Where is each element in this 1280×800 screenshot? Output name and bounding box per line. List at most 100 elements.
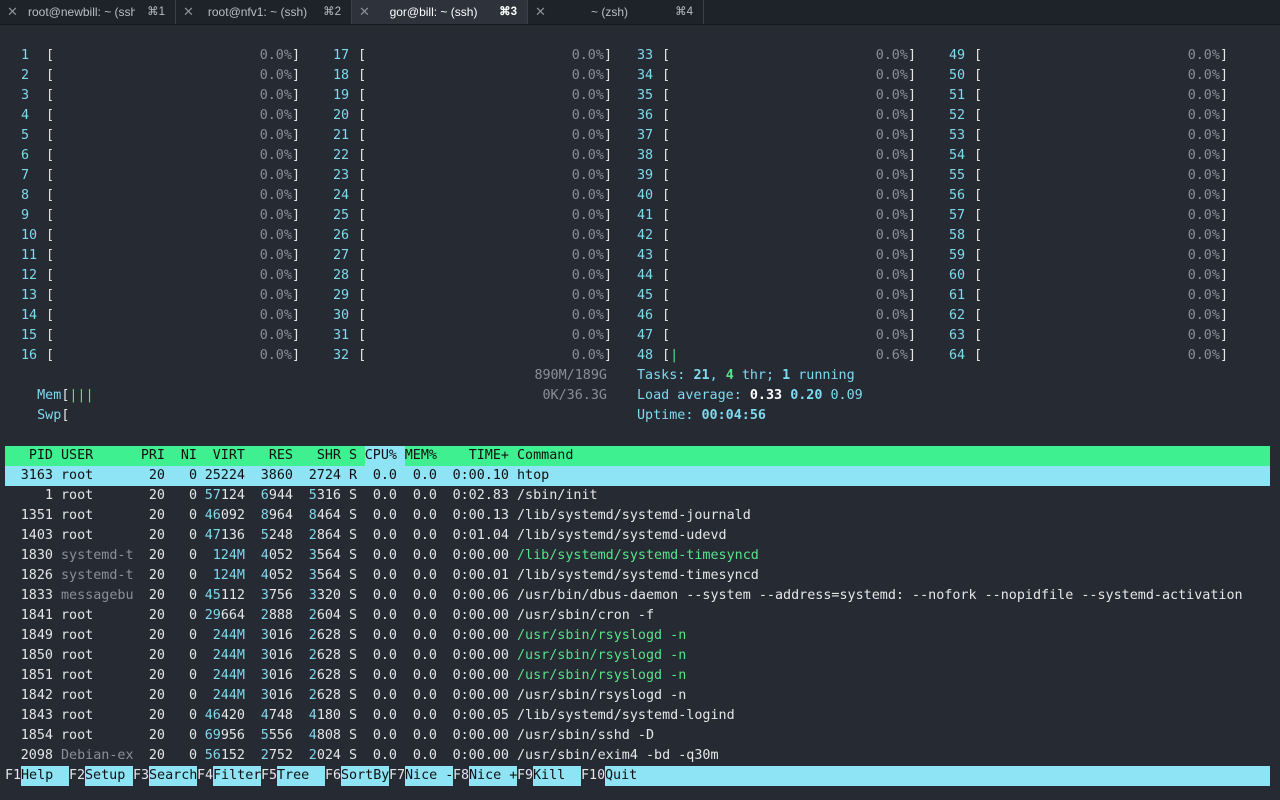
process-row[interactable]: 1841 root 20 0 29664 2888 2604 S 0.0 0.0 0:00.00/u… [0, 606, 1280, 626]
terminal-tab[interactable]: ✕ ~ (zsh) ⌘4 [528, 0, 704, 24]
process-row[interactable]: 1833 messagebu 20 0 45112 3756 3320 S 0.0 0.0 0:00… [0, 586, 1280, 606]
function-key-f1[interactable]: F1 [5, 766, 21, 786]
column-header-ni[interactable]: NI [165, 446, 197, 466]
close-tab-icon[interactable]: ✕ [7, 0, 18, 24]
cpu-percent: 0.0%] [571, 108, 612, 123]
terminal-tab[interactable]: ✕ gor@bill: ~ (ssh) ⌘3 [352, 0, 528, 24]
cpu-number: 21 [333, 128, 350, 143]
digit-group: 4 [260, 548, 269, 563]
column-header-time[interactable]: TIME+ [437, 446, 509, 466]
cell-time: 0:00.00 [452, 608, 509, 623]
process-row[interactable]: 1843 root 20 0 46420 4748 4180 S 0.0 0.0 0:00.05/l… [0, 706, 1280, 726]
cpu-number: 53 [949, 128, 966, 143]
function-key-label[interactable]: Tree [277, 766, 325, 786]
process-row[interactable]: 1850 root 20 0 244M 3016 2628 S 0.0 0.0 0:00.00/us… [0, 646, 1280, 666]
function-key-f2[interactable]: F2 [69, 766, 85, 786]
cpu-percent-value: 0.0% [259, 188, 292, 203]
function-key-label[interactable]: Nice - [405, 766, 453, 786]
cell-mem: 0.0 [412, 548, 437, 563]
process-row[interactable]: 1849 root 20 0 244M 3016 2628 S 0.0 0.0 0:00.00/us… [0, 626, 1280, 646]
column-header-pri[interactable]: PRI [133, 446, 165, 466]
cpu-percent-value: 0.0% [259, 108, 292, 123]
cpu-percent-value: 0.0% [875, 228, 908, 243]
column-header-user[interactable]: USER [61, 446, 133, 466]
digit-group: 5 [308, 488, 317, 503]
cell-pri: 20 [148, 728, 165, 743]
digit-group: 136 [220, 528, 245, 543]
column-header-cpu[interactable]: CPU% [357, 446, 397, 466]
cell-shr: 2628 [293, 646, 341, 666]
cpu-percent-value: 0.0% [259, 148, 292, 163]
function-key-label[interactable]: SortBy [341, 766, 389, 786]
close-tab-icon[interactable]: ✕ [183, 0, 194, 24]
cpu-percent: 0.0%] [259, 108, 300, 123]
cell-shr: 5316 [293, 486, 341, 506]
column-header-cmd[interactable]: Command [517, 446, 1267, 466]
tasks-summary: Tasks: 21, 4 thr; 1 running [637, 368, 855, 383]
cpu-number: 46 [637, 308, 654, 323]
function-key-f10[interactable]: F10 [581, 766, 605, 786]
digit-group: 604 [316, 608, 341, 623]
digit-group: 320 [316, 588, 341, 603]
function-key-f9[interactable]: F9 [517, 766, 533, 786]
column-header-shr[interactable]: SHR [293, 446, 341, 466]
function-key-f6[interactable]: F6 [325, 766, 341, 786]
cpu-percent-value: 0.0% [571, 228, 604, 243]
function-key-f5[interactable]: F5 [261, 766, 277, 786]
digit-group: 628 [316, 668, 341, 683]
cpu-percent: 0.0%] [1187, 148, 1228, 163]
cpu-percent-value: 0.0% [1187, 348, 1220, 363]
cell-pid: 1351 [20, 508, 53, 523]
close-tab-icon[interactable]: ✕ [535, 0, 546, 24]
terminal-tab[interactable]: ✕ root@newbill: ~ (ssh) ⌘1 [0, 0, 176, 24]
process-row[interactable]: 1826 systemd-t 20 0 124M 4052 3564 S 0.0 0.0 0:00.… [0, 566, 1280, 586]
close-tab-icon[interactable]: ✕ [359, 0, 370, 24]
function-key-label[interactable]: Nice + [469, 766, 517, 786]
digit-group: 628 [316, 648, 341, 663]
cell-s: S [348, 568, 357, 583]
process-row[interactable]: 1842 root 20 0 244M 3016 2628 S 0.0 0.0 0:00.00/us… [0, 686, 1280, 706]
cell-virt: 244M [212, 628, 245, 643]
cell-virt: 25224 [204, 468, 245, 483]
cpu-number: 23 [333, 168, 350, 183]
function-key-label[interactable]: Setup [85, 766, 133, 786]
function-key-label[interactable]: Kill [533, 766, 581, 786]
cell-shr: 2628 [293, 626, 341, 646]
function-key-label[interactable]: Search [149, 766, 197, 786]
digit-group: 46 [204, 708, 221, 723]
process-row[interactable]: 2098 Debian-ex 20 0 56152 2752 2024 S 0.0 0.0 0:00… [0, 746, 1280, 766]
column-header-pid[interactable]: PID [5, 446, 53, 466]
function-key-label[interactable]: Quit [605, 766, 1270, 786]
process-row[interactable]: 1351 root 20 0 46092 8964 8464 S 0.0 0.0 0:00.13/l… [0, 506, 1280, 526]
function-key-f4[interactable]: F4 [197, 766, 213, 786]
digit-group: 2 [308, 688, 317, 703]
cpu-percent: 0.0%] [875, 228, 916, 243]
cell-pid: 1843 [20, 708, 53, 723]
cpu-percent-value: 0.0% [875, 168, 908, 183]
cell-cpu: 0.0 [372, 548, 397, 563]
cpu-percent-value: 0.0% [1187, 168, 1220, 183]
function-key-label[interactable]: Help [21, 766, 69, 786]
function-key-f7[interactable]: F7 [389, 766, 405, 786]
process-row[interactable]: 1403 root 20 0 47136 5248 2864 S 0.0 0.0 0:01.04/l… [0, 526, 1280, 546]
column-header-mem[interactable]: MEM% [397, 446, 437, 466]
function-key-f3[interactable]: F3 [133, 766, 149, 786]
cpu-percent: 0.0%] [571, 328, 612, 343]
function-key-f8[interactable]: F8 [453, 766, 469, 786]
cpu-percent: 0.0%] [1187, 128, 1228, 143]
process-row[interactable]: 3163 root 20 0 25224 3860 2724 R 0.0 0.0 0:00.10 ht… [0, 466, 1280, 486]
terminal-tab[interactable]: ✕ root@nfv1: ~ (ssh) ⌘2 [176, 0, 352, 24]
column-header-res[interactable]: RES [245, 446, 293, 466]
column-header-virt[interactable]: VIRT [197, 446, 245, 466]
cell-ni: 0 [188, 508, 197, 523]
process-row[interactable]: 1851 root 20 0 244M 3016 2628 S 0.0 0.0 0:00.00/us… [0, 666, 1280, 686]
process-row[interactable]: 1854 root 20 0 69956 5556 4808 S 0.0 0.0 0:00.00/u… [0, 726, 1280, 746]
cpu-percent: 0.0%] [1187, 308, 1228, 323]
cell-cpu: 0.0 [372, 568, 397, 583]
column-header-s[interactable]: S [341, 446, 357, 466]
cpu-percent: 0.0%] [1187, 288, 1228, 303]
cpu-number: 8 [21, 188, 30, 203]
process-row[interactable]: 1830 systemd-t 20 0 124M 4052 3564 S 0.0 0.0 0:00.… [0, 546, 1280, 566]
process-row[interactable]: 1 root 20 0 57124 6944 5316 S 0.0 0.0 0:02.83/sbin… [0, 486, 1280, 506]
function-key-label[interactable]: Filter [213, 766, 261, 786]
